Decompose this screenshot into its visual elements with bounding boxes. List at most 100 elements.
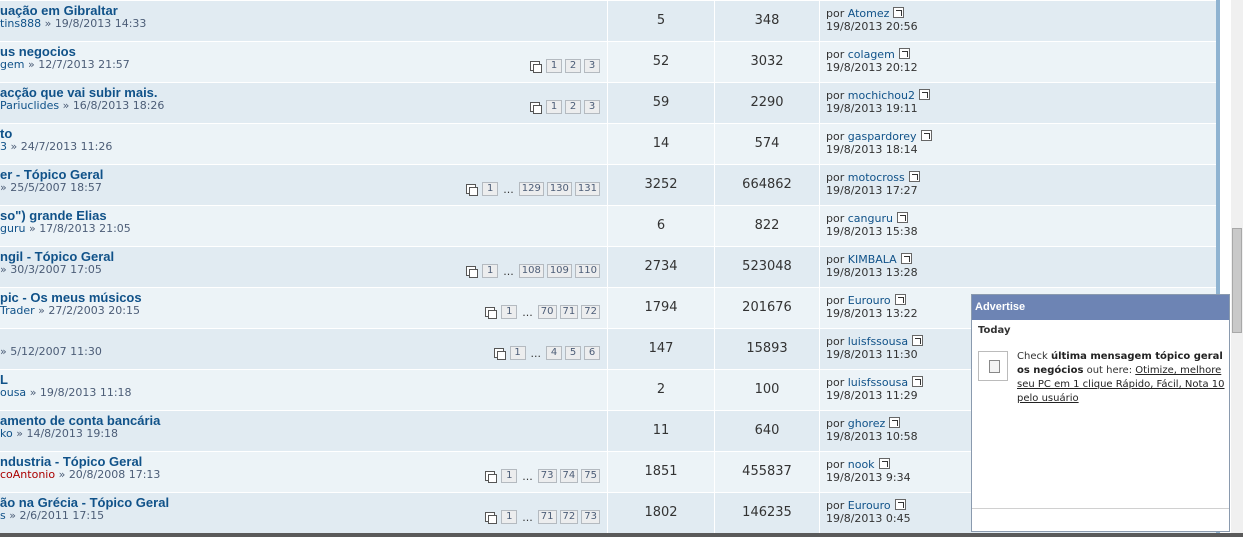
topic-author[interactable]: tins888 bbox=[0, 17, 41, 30]
page-link[interactable]: 108 bbox=[518, 264, 544, 278]
views-count: 523048 bbox=[715, 247, 820, 287]
last-post-user[interactable]: Eurouro bbox=[848, 499, 891, 512]
replies-count: 59 bbox=[608, 83, 715, 123]
page-link[interactable]: 1 bbox=[501, 469, 518, 483]
topic-author[interactable]: Pariuclides bbox=[0, 99, 59, 112]
page-link[interactable]: 129 bbox=[518, 182, 544, 196]
topic-title[interactable]: acção que vai subir mais. bbox=[0, 85, 158, 100]
topic-author[interactable]: coAntonio bbox=[0, 468, 55, 481]
topic-author[interactable]: guru bbox=[0, 222, 25, 235]
page-link[interactable]: 1 bbox=[546, 59, 562, 73]
page-link[interactable]: 73 bbox=[537, 469, 557, 483]
last-post-user[interactable]: luisfssousa bbox=[848, 376, 908, 389]
topic-title[interactable]: er - Tópico Geral bbox=[0, 167, 103, 182]
last-post-user[interactable]: canguru bbox=[848, 212, 893, 225]
page-link[interactable]: 2 bbox=[565, 100, 581, 114]
topic-pagination: 1... 73 74 75 bbox=[485, 469, 600, 483]
view-latest-post-icon[interactable] bbox=[889, 417, 901, 428]
last-post-user[interactable]: gaspardorey bbox=[848, 130, 917, 143]
page-link[interactable]: 109 bbox=[546, 264, 572, 278]
last-post-user[interactable]: nook bbox=[848, 458, 875, 471]
page-link[interactable]: 73 bbox=[581, 510, 600, 524]
last-post-user[interactable]: luisfssousa bbox=[848, 335, 908, 348]
view-latest-post-icon[interactable] bbox=[896, 212, 908, 223]
view-latest-post-icon[interactable] bbox=[912, 335, 924, 346]
page-link[interactable]: 6 bbox=[584, 346, 600, 360]
topic-date: 30/3/2007 17:05 bbox=[10, 263, 102, 276]
last-post-user[interactable]: mochichou2 bbox=[848, 89, 915, 102]
view-latest-post-icon[interactable] bbox=[919, 89, 930, 100]
page-link[interactable]: 1 bbox=[509, 346, 526, 360]
topic-meta: » 25/5/2007 18:57 bbox=[0, 181, 102, 194]
topic-author[interactable]: 3 bbox=[0, 140, 7, 153]
meta-separator: » bbox=[16, 427, 23, 440]
page-link[interactable]: 110 bbox=[574, 264, 600, 278]
view-latest-post-icon[interactable] bbox=[898, 48, 910, 59]
page-link[interactable]: 1 bbox=[501, 510, 518, 524]
page-link[interactable]: 2 bbox=[565, 59, 581, 73]
page-link[interactable]: 4 bbox=[546, 346, 562, 360]
topic-author[interactable]: s bbox=[0, 509, 6, 522]
page-link[interactable]: 74 bbox=[559, 469, 579, 483]
last-post-user[interactable]: colagem bbox=[848, 48, 895, 61]
last-post-user[interactable]: KIMBALA bbox=[848, 253, 897, 266]
view-latest-post-icon[interactable] bbox=[878, 458, 890, 469]
pages-icon bbox=[485, 470, 498, 483]
last-post-user[interactable]: Eurouro bbox=[848, 294, 891, 307]
topic-pagination: 123 bbox=[530, 100, 600, 114]
topic-title[interactable]: uação em Gibraltar bbox=[0, 3, 118, 18]
view-latest-post-icon[interactable] bbox=[900, 253, 912, 264]
page-link[interactable]: 71 bbox=[559, 305, 579, 319]
topic-author[interactable]: gem bbox=[0, 58, 24, 71]
last-post-cell: por gaspardorey 19/8/2013 18:14 bbox=[820, 124, 1216, 164]
page-link[interactable]: 130 bbox=[546, 182, 572, 196]
topic-title[interactable]: so") grande Elias bbox=[0, 208, 107, 223]
last-post-time: 19/8/2013 11:29 bbox=[826, 389, 918, 402]
page-link[interactable]: 131 bbox=[574, 182, 600, 196]
topic-author[interactable]: ko bbox=[0, 427, 13, 440]
page-link[interactable]: 1 bbox=[501, 305, 518, 319]
page-link[interactable]: 72 bbox=[559, 510, 579, 524]
window-bottom-edge bbox=[0, 533, 1243, 537]
page-link[interactable]: 5 bbox=[565, 346, 581, 360]
page-link[interactable]: 1 bbox=[482, 182, 499, 196]
topic-meta: tins888 » 19/8/2013 14:33 bbox=[0, 17, 146, 30]
last-post-user[interactable]: ghorez bbox=[848, 417, 886, 430]
topic-title[interactable]: pic - Os meus músicos bbox=[0, 290, 142, 305]
topic-meta: Pariuclides » 16/8/2013 18:26 bbox=[0, 99, 164, 112]
topic-title[interactable]: to bbox=[0, 126, 12, 141]
topic-title[interactable]: ndustria - Tópico Geral bbox=[0, 454, 142, 469]
topic-title[interactable]: amento de conta bancária bbox=[0, 413, 160, 428]
topic-cell: » 5/12/2007 11:30 1... 4 5 6 bbox=[0, 329, 608, 369]
broken-image-icon[interactable] bbox=[978, 351, 1008, 381]
page-link[interactable]: 71 bbox=[537, 510, 557, 524]
page-link[interactable]: 3 bbox=[584, 100, 600, 114]
view-latest-post-icon[interactable] bbox=[894, 499, 906, 510]
view-latest-post-icon[interactable] bbox=[894, 294, 906, 305]
scrollbar-thumb[interactable] bbox=[1232, 228, 1242, 333]
topic-title[interactable]: L bbox=[0, 372, 8, 387]
topic-author[interactable]: ousa bbox=[0, 386, 26, 399]
last-post-by: por luisfssousa bbox=[826, 376, 924, 389]
view-latest-post-icon[interactable] bbox=[920, 130, 932, 141]
last-post-by: por ghorez bbox=[826, 417, 901, 430]
page-link[interactable]: 1 bbox=[482, 264, 499, 278]
topic-title[interactable]: ão na Grécia - Tópico Geral bbox=[0, 495, 169, 510]
last-post-user[interactable]: Atomez bbox=[848, 7, 890, 20]
vertical-scrollbar[interactable] bbox=[1231, 0, 1243, 533]
page-link[interactable]: 70 bbox=[537, 305, 557, 319]
last-post-user[interactable]: motocross bbox=[848, 171, 905, 184]
meta-separator: » bbox=[62, 99, 70, 112]
by-label: por bbox=[826, 417, 845, 430]
page-link[interactable]: 72 bbox=[581, 305, 600, 319]
page-link[interactable]: 1 bbox=[546, 100, 562, 114]
view-latest-post-icon[interactable] bbox=[893, 7, 905, 18]
page-link[interactable]: 3 bbox=[584, 59, 600, 73]
topic-title[interactable]: us negocios bbox=[0, 44, 76, 59]
view-latest-post-icon[interactable] bbox=[912, 376, 924, 387]
view-latest-post-icon[interactable] bbox=[908, 171, 920, 182]
last-post-cell: por mochichou2 19/8/2013 19:11 bbox=[820, 83, 1216, 123]
page-link[interactable]: 75 bbox=[581, 469, 600, 483]
topic-author[interactable]: Trader bbox=[0, 304, 35, 317]
topic-title[interactable]: ngil - Tópico Geral bbox=[0, 249, 114, 264]
